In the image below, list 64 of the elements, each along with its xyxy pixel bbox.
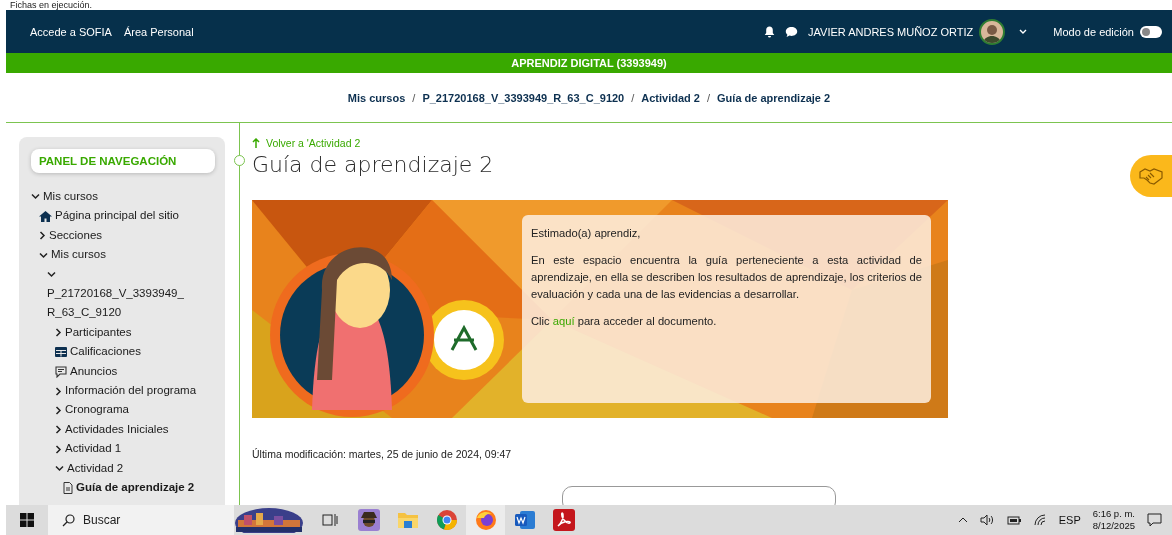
tree-item[interactable]: Información del programa (65, 384, 197, 397)
breadcrumb-link[interactable]: Guía de aprendizaje 2 (717, 91, 831, 104)
notice-text: Clic aquí para acceder al documento. (531, 314, 718, 329)
chrome-icon (435, 509, 458, 531)
windows-logo-icon (20, 513, 34, 527)
search-icon (62, 514, 75, 527)
breadcrumb-separator: / (412, 91, 416, 104)
chat-icon[interactable] (785, 25, 799, 38)
page-title: Guía de aprendizaje 2 (252, 152, 494, 177)
support-button[interactable] (1130, 155, 1172, 197)
chevron-down-icon[interactable] (1019, 28, 1028, 35)
language-indicator[interactable]: ESP (1058, 514, 1081, 526)
bell-icon[interactable] (764, 25, 776, 38)
arrow-up-icon (252, 138, 260, 148)
clock-time[interactable]: 6:16 p. m. (1092, 508, 1135, 520)
battery-icon[interactable] (1006, 515, 1022, 525)
tree-item[interactable]: Actividad 2 (67, 461, 124, 474)
edit-mode-toggle[interactable] (1140, 25, 1162, 38)
tree-item[interactable]: Secciones (49, 228, 103, 241)
tree-item[interactable]: Participantes (65, 325, 132, 338)
wifi-icon[interactable] (1033, 514, 1047, 526)
breadcrumb-link[interactable]: Mis cursos (347, 91, 406, 104)
breadcrumb-link[interactable]: Actividad 2 (641, 91, 700, 104)
tree-item[interactable]: Cronograma (65, 403, 129, 416)
page-caption: Fichas en ejecución. (10, 0, 94, 10)
tree-item[interactable]: Guía de aprendizaje 2 (76, 481, 195, 494)
edit-mode-label: Modo de edición (1053, 25, 1134, 38)
tree-item[interactable]: Actividades Iniciales (65, 422, 169, 435)
last-modified-text: Última modificación: martes, 25 de junio de 2024, 09:47 (252, 448, 513, 460)
greeting-text: Estimado(a) aprendiz, (531, 226, 642, 241)
notification-icon[interactable] (1147, 513, 1162, 527)
handshake-icon (1139, 167, 1163, 185)
chevron-up-icon[interactable] (957, 517, 968, 523)
word-icon (513, 510, 536, 530)
course-banner: APRENDIZ DIGITAL (3393949) (6, 53, 1172, 73)
nav-link[interactable]: Área Personal (123, 25, 194, 38)
tree-item[interactable]: Página principal del sitio (55, 209, 180, 222)
folder-icon (396, 511, 419, 529)
nav-link[interactable]: Accede a SOFIA (30, 25, 112, 38)
tree-item[interactable]: Mis cursos (51, 248, 106, 261)
message-icon (55, 365, 67, 378)
taskbar-app[interactable] (466, 505, 505, 535)
tree-item[interactable]: Mis cursos (43, 190, 98, 202)
user-name[interactable]: JAVIER ANDRES MUÑOZ ORTIZ (808, 25, 974, 38)
search-field[interactable]: Buscar (48, 505, 234, 535)
document-icon (63, 482, 73, 495)
home-icon (39, 210, 52, 222)
avatar[interactable] (979, 18, 1006, 45)
tree-item[interactable]: Actividad 1 (65, 442, 122, 455)
pdf-icon (552, 509, 575, 531)
tree-item[interactable]: Calificaciones (70, 345, 141, 358)
panel-title: PANEL DE NAVEGACIÓN (31, 149, 215, 173)
clock-date[interactable]: 8/12/2025 (1092, 520, 1135, 532)
tree-item[interactable]: Anuncios (70, 364, 118, 377)
firefox-icon (474, 509, 497, 531)
breadcrumb-separator: / (631, 91, 635, 104)
breadcrumb-link[interactable]: P_21720168_V_3393949_R_63_C_9120 (422, 91, 625, 104)
task-view-icon (321, 513, 338, 527)
breadcrumb-separator: / (707, 91, 711, 104)
speaker-icon[interactable] (979, 514, 995, 526)
table-icon (55, 347, 67, 358)
notice-text: En este espacio encuentra la guía perteneciente a esta actividad de aprendizaje, en ella se describen los resultados de aprendizaje, los criterios de evaluación y cada una de las evidencias a desarrollar. (531, 253, 922, 302)
spy-app-icon (357, 509, 380, 531)
tree-item[interactable]: P_21720168_V_3393949_R_63_C_9120 (47, 284, 187, 323)
